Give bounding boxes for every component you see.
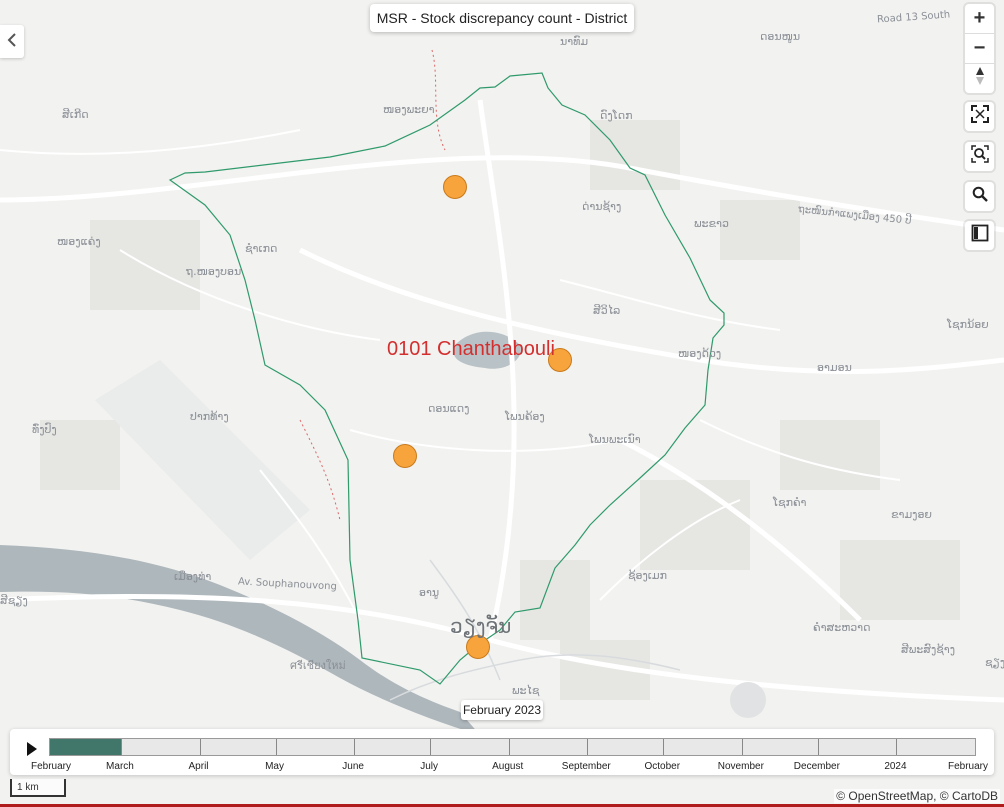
- timeline-progress: [50, 739, 122, 755]
- place-label: ໂພນພະເນົາ: [589, 433, 641, 446]
- place-label: ອານູ: [419, 586, 440, 599]
- place-label: ປາກທ້າງ: [190, 410, 229, 423]
- place-label: ນາທົມ: [560, 35, 589, 48]
- place-label: ໜອງແຄ່ງ: [57, 235, 101, 248]
- place-label: ສີພະສົງຊ້າງ: [901, 643, 956, 656]
- search-control: [965, 182, 994, 211]
- timeline-tick: [896, 739, 898, 755]
- timeline-tick: [663, 739, 665, 755]
- place-label: ທົ່ງປົງ: [32, 423, 57, 436]
- compass-icon: [974, 66, 986, 91]
- search-icon: [972, 185, 988, 208]
- basemap[interactable]: [0, 0, 1004, 807]
- place-label: ສີຊຽງ: [0, 594, 28, 607]
- place-label: ພະໄຊ: [512, 684, 540, 697]
- place-label: ສີວິໄລ: [593, 304, 621, 317]
- timeline-month-label: August: [492, 761, 524, 772]
- reset-bearing-button[interactable]: [965, 64, 994, 93]
- marker-3: [393, 444, 417, 468]
- marker-1: [443, 175, 467, 199]
- timeline-month-label: May: [265, 761, 284, 772]
- timeline-tick: [430, 739, 432, 755]
- plus-icon: +: [973, 7, 986, 29]
- legend-toggle-button[interactable]: [965, 221, 994, 250]
- zoom-extent-icon: [970, 144, 989, 169]
- place-label: ໜອງດ້ວງ: [678, 347, 722, 360]
- timeline-tick: [817, 739, 819, 755]
- timeline-tick: [508, 739, 510, 755]
- place-label: ອາມອນ: [817, 361, 852, 374]
- place-label: ດົງໂດກ: [600, 109, 633, 122]
- timeline-tick: [587, 739, 589, 755]
- timeline-month-label: April: [188, 761, 209, 772]
- place-label: ໂຊກນ້ອຍ: [947, 318, 989, 331]
- legend-control: [965, 221, 994, 250]
- zoom-controls: + −: [965, 4, 994, 93]
- marker-4: [466, 635, 490, 659]
- timeline-tick: [120, 739, 122, 755]
- place-label: ຊຽງ: [985, 656, 1004, 669]
- fullscreen-control: [965, 102, 994, 131]
- scale-bar: 1 km: [10, 779, 66, 797]
- place-label: ຊຳເກດ: [245, 242, 278, 255]
- place-label: ພະຂາວ: [694, 217, 729, 230]
- fullscreen-icon: [970, 104, 989, 129]
- place-label: ໜອງພະຍາ: [383, 103, 435, 116]
- timeline-month-label: September: [561, 761, 611, 772]
- timeline-month-label: June: [342, 761, 364, 772]
- timeline-month-label: February: [30, 761, 72, 772]
- timeline-tick: [741, 739, 743, 755]
- city-label: ວຽງຈັນ: [450, 614, 512, 638]
- timeline-month-label: February: [947, 761, 989, 772]
- timeline-track[interactable]: [49, 738, 976, 756]
- timeline-month-label: 2024: [884, 761, 907, 772]
- timeline-tick: [275, 739, 277, 755]
- place-label: ເມືອງທ່າ: [174, 570, 212, 583]
- zoom-out-button[interactable]: −: [965, 34, 994, 64]
- place-label: ໂຊກຄຳ: [773, 496, 807, 509]
- place-label: ດ່ານຊ້າງ: [582, 200, 622, 213]
- timeline-month-label: March: [106, 761, 134, 772]
- timeline-tick: [199, 739, 201, 755]
- legend-icon: [971, 224, 989, 248]
- zoom-to-extent-control: [965, 142, 994, 171]
- place-label: ໂພນຄ້ອງ: [505, 410, 545, 423]
- chevron-left-icon: [7, 33, 17, 50]
- zoom-to-extent-button[interactable]: [965, 142, 994, 171]
- place-label: ຂາມງອຍ: [891, 508, 932, 521]
- place-label: ຊ້ອງເມກ: [628, 569, 668, 582]
- time-slider: February March April May June July August Septe…: [10, 729, 994, 775]
- place-label: ດອນໜູນ: [760, 30, 801, 43]
- map-title: MSR - Stock discrepancy count - District: [370, 4, 634, 32]
- timeline-month-label: July: [420, 761, 439, 772]
- place-label: ສີເກີດ: [62, 108, 89, 121]
- place-label: ດອນແດງ: [428, 402, 470, 415]
- zoom-in-button[interactable]: +: [965, 4, 994, 34]
- timeline-month-label: November: [717, 761, 764, 772]
- timeline-month-label: December: [793, 761, 840, 772]
- search-button[interactable]: [965, 182, 994, 211]
- play-button[interactable]: [22, 739, 42, 759]
- district-label: 0101 Chanthabouli: [387, 338, 555, 360]
- place-label: ຖ.ໜອງບອນ: [186, 265, 242, 278]
- place-label: ຄຳສະຫວາດ: [813, 621, 871, 634]
- minus-icon: −: [973, 37, 986, 59]
- current-date-label: February 2023: [461, 700, 543, 720]
- fullscreen-button[interactable]: [965, 102, 994, 131]
- map-attribution[interactable]: © OpenStreetMap, © CartoDB: [834, 789, 1000, 803]
- place-label: ศรีเชียงใหม่: [290, 659, 346, 672]
- timeline-month-label: October: [644, 761, 681, 772]
- collapse-panel-button[interactable]: [0, 25, 24, 58]
- timeline-tick: [354, 739, 356, 755]
